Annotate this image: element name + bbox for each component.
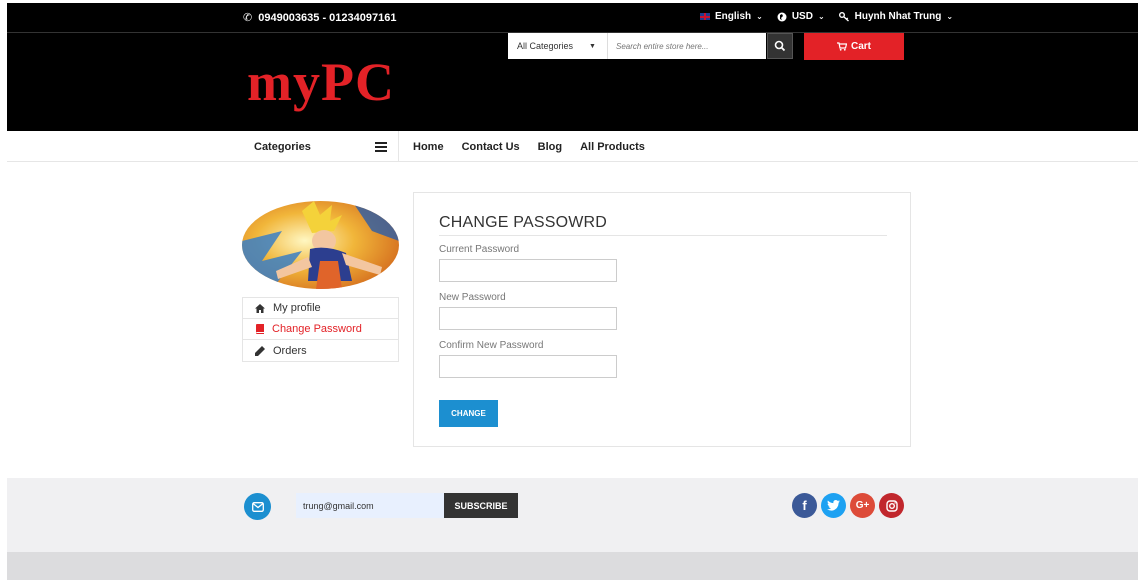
search-category-select[interactable]: All Categories ▼ bbox=[508, 33, 608, 59]
hamburger-icon bbox=[375, 141, 387, 152]
home-icon bbox=[255, 303, 265, 313]
new-password-label: New Password bbox=[439, 292, 506, 303]
currency-selector[interactable]: USD ⌄ bbox=[777, 11, 825, 22]
nav-menu: Home Contact Us Blog All Products bbox=[413, 131, 645, 162]
chevron-down-icon: ⌄ bbox=[756, 12, 763, 21]
cart-label: Cart bbox=[850, 41, 871, 52]
newsletter-footer: SUBSCRIBE f G+ bbox=[7, 478, 1138, 552]
account-sidebar-menu: My profile Change Password Orders bbox=[242, 297, 399, 362]
main-nav: Categories Home Contact Us Blog All Prod… bbox=[7, 131, 1138, 162]
search-bar: All Categories ▼ bbox=[508, 33, 766, 59]
title-divider bbox=[439, 235, 887, 236]
caret-down-icon: ▼ bbox=[589, 42, 596, 50]
categories-label: Categories bbox=[254, 140, 311, 153]
chevron-down-icon: ⌄ bbox=[817, 12, 825, 21]
change-password-panel: CHANGE PASSOWRD Current Password New Pas… bbox=[413, 192, 911, 447]
newsletter-email-input[interactable] bbox=[296, 493, 444, 518]
current-password-field[interactable] bbox=[439, 259, 617, 282]
nav-item-all-products[interactable]: All Products bbox=[580, 141, 645, 153]
phone-info: ✆ 0949003635 - 01234097161 bbox=[243, 11, 397, 25]
page-title: CHANGE PASSOWRD bbox=[439, 214, 608, 231]
cart-button[interactable]: Cart bbox=[804, 33, 904, 60]
facebook-icon[interactable]: f bbox=[792, 493, 817, 518]
google-plus-icon[interactable]: G+ bbox=[850, 493, 875, 518]
nav-item-blog[interactable]: Blog bbox=[538, 141, 562, 153]
confirm-password-label: Confirm New Password bbox=[439, 340, 544, 351]
user-name: Huynh Nhat Trung bbox=[854, 11, 942, 22]
twitter-icon[interactable] bbox=[821, 493, 846, 518]
globe-icon bbox=[777, 12, 787, 21]
search-button[interactable] bbox=[767, 33, 793, 59]
sidebar-item-label: Orders bbox=[273, 344, 307, 357]
change-button[interactable]: CHANGE bbox=[439, 400, 498, 427]
site-logo[interactable]: myPC bbox=[247, 51, 395, 113]
categories-toggle[interactable]: Categories bbox=[243, 131, 399, 162]
language-label: English bbox=[715, 11, 752, 22]
confirm-password-field[interactable] bbox=[439, 355, 617, 378]
sidebar-item-my-profile[interactable]: My profile bbox=[243, 298, 398, 319]
book-icon bbox=[256, 324, 264, 334]
envelope-icon bbox=[244, 493, 271, 520]
chevron-down-icon: ⌄ bbox=[946, 12, 954, 21]
user-menu[interactable]: Huynh Nhat Trung ⌄ bbox=[838, 11, 954, 22]
nav-item-contact-us[interactable]: Contact Us bbox=[462, 141, 520, 153]
nav-item-home[interactable]: Home bbox=[413, 141, 444, 153]
language-selector[interactable]: English ⌄ bbox=[700, 11, 763, 22]
cart-icon bbox=[836, 42, 847, 51]
search-input[interactable] bbox=[608, 34, 758, 58]
phone-number: 0949003635 - 01234097161 bbox=[258, 11, 397, 24]
social-links: f G+ bbox=[792, 493, 904, 518]
sidebar-item-label: My profile bbox=[273, 302, 321, 314]
pencil-icon bbox=[255, 345, 265, 356]
sidebar-item-orders[interactable]: Orders bbox=[243, 340, 398, 361]
top-bar: ✆ 0949003635 - 01234097161 English ⌄ USD… bbox=[7, 3, 1138, 32]
currency-label: USD bbox=[791, 11, 813, 22]
key-icon bbox=[838, 11, 849, 22]
search-category-label: All Categories bbox=[517, 41, 574, 51]
new-password-field[interactable] bbox=[439, 307, 617, 330]
phone-icon: ✆ bbox=[243, 12, 253, 24]
sidebar-item-change-password[interactable]: Change Password bbox=[243, 319, 398, 340]
footer-bottom-band bbox=[7, 552, 1138, 580]
avatar bbox=[242, 201, 399, 289]
subscribe-button[interactable]: SUBSCRIBE bbox=[444, 493, 518, 518]
search-icon bbox=[774, 40, 786, 52]
instagram-icon[interactable] bbox=[879, 493, 904, 518]
sidebar-item-label: Change Password bbox=[272, 323, 362, 335]
uk-flag-icon bbox=[700, 13, 710, 20]
current-password-label: Current Password bbox=[439, 244, 520, 255]
